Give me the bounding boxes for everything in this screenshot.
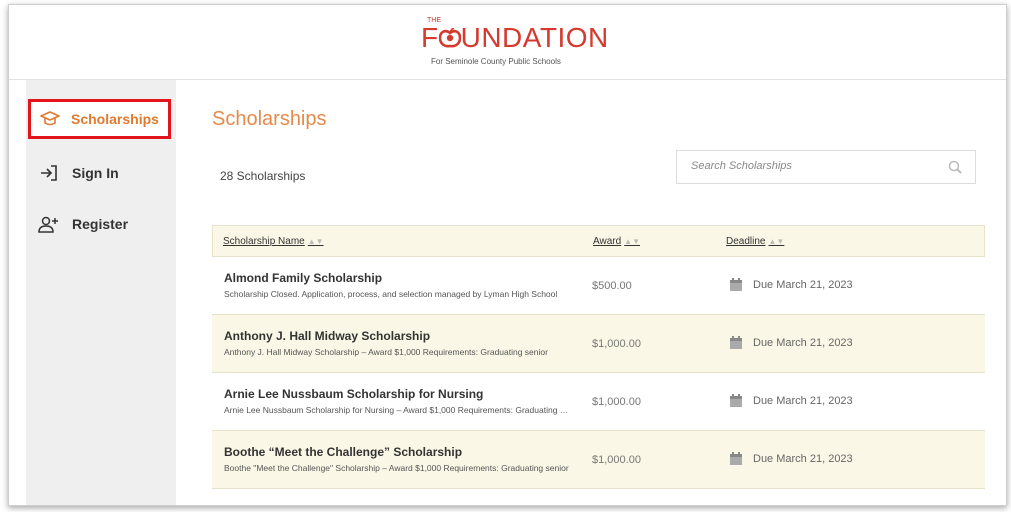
sidebar-item-scholarships[interactable]: Scholarships xyxy=(28,99,171,139)
sidebar-item-label: Register xyxy=(72,216,129,232)
logo-wordmark: F UNDATION xyxy=(421,23,609,53)
apple-logo-icon xyxy=(438,28,461,48)
column-header-name[interactable]: Scholarship Name ▲▼ xyxy=(223,236,324,247)
scholarship-name[interactable]: Anthony J. Hall Midway Scholarship xyxy=(224,329,430,343)
calendar-icon xyxy=(730,452,742,465)
column-header-award[interactable]: Award ▲▼ xyxy=(593,236,640,247)
award-amount: $1,000.00 xyxy=(592,338,641,350)
scholarship-description: Arnie Lee Nussbaum Scholarship for Nursi… xyxy=(224,405,569,415)
search-input[interactable] xyxy=(689,159,933,173)
scholarship-count: 28 Scholarships xyxy=(220,169,306,183)
scholarship-description: Anthony J. Hall Midway Scholarship – Awa… xyxy=(224,347,548,357)
award-amount: $1,000.00 xyxy=(592,454,641,466)
sort-icon: ▲▼ xyxy=(624,237,641,246)
scholarship-description: Boothe "Meet the Challenge" Scholarship … xyxy=(224,463,569,473)
table-row[interactable]: Boothe “Meet the Challenge” Scholarship … xyxy=(212,431,985,489)
sign-in-icon xyxy=(38,162,60,184)
graduation-cap-icon xyxy=(39,108,61,130)
add-user-icon xyxy=(38,213,60,235)
scholarship-name[interactable]: Boothe “Meet the Challenge” Scholarship xyxy=(224,445,462,459)
logo-subtitle: For Seminole County Public Schools xyxy=(431,57,561,66)
column-header-label: Deadline xyxy=(726,236,766,247)
scholarship-name[interactable]: Almond Family Scholarship xyxy=(224,271,382,285)
scholarship-table: Scholarship Name ▲▼ Award ▲▼ Deadline ▲▼ Al… xyxy=(212,225,985,489)
foundation-logo[interactable]: THE F UNDATION For Seminole County Public… xyxy=(421,17,611,69)
sort-icon: ▲▼ xyxy=(768,237,785,246)
search-box[interactable] xyxy=(676,150,976,184)
table-row[interactable]: Anthony J. Hall Midway Scholarship Antho… xyxy=(212,315,985,373)
column-header-label: Scholarship Name xyxy=(223,236,305,247)
deadline-text: Due March 21, 2023 xyxy=(753,453,853,465)
site-header: THE F UNDATION For Seminole County Public… xyxy=(9,5,1006,80)
browser-frame: THE F UNDATION For Seminole County Public… xyxy=(8,4,1007,506)
calendar-icon xyxy=(730,336,742,349)
deadline-text: Due March 21, 2023 xyxy=(753,279,853,291)
column-header-label: Award xyxy=(593,236,622,247)
sidebar: Scholarships Sign In Register xyxy=(26,80,176,505)
calendar-icon xyxy=(730,278,742,291)
award-amount: $1,000.00 xyxy=(592,396,641,408)
table-row[interactable]: Arnie Lee Nussbaum Scholarship for Nursi… xyxy=(212,373,985,431)
sidebar-item-label: Sign In xyxy=(72,165,119,181)
search-icon[interactable] xyxy=(947,159,963,175)
deadline-text: Due March 21, 2023 xyxy=(753,337,853,349)
sort-icon: ▲▼ xyxy=(307,237,324,246)
page-title: Scholarships xyxy=(212,108,327,130)
column-header-deadline[interactable]: Deadline ▲▼ xyxy=(726,236,784,247)
sidebar-item-sign-in[interactable]: Sign In xyxy=(26,153,176,193)
sidebar-item-register[interactable]: Register xyxy=(26,204,176,244)
calendar-icon xyxy=(730,394,742,407)
logo-word-end: UNDATION xyxy=(460,22,609,53)
award-amount: $500.00 xyxy=(592,280,632,292)
scholarship-name[interactable]: Arnie Lee Nussbaum Scholarship for Nursi… xyxy=(224,387,483,401)
table-header: Scholarship Name ▲▼ Award ▲▼ Deadline ▲▼ xyxy=(212,225,985,257)
scholarship-description: Scholarship Closed. Application, process… xyxy=(224,289,558,299)
logo-word-start: F xyxy=(421,22,439,53)
deadline-text: Due March 21, 2023 xyxy=(753,395,853,407)
sidebar-item-label: Scholarships xyxy=(71,111,159,127)
table-row[interactable]: Almond Family Scholarship Scholarship Cl… xyxy=(212,257,985,315)
